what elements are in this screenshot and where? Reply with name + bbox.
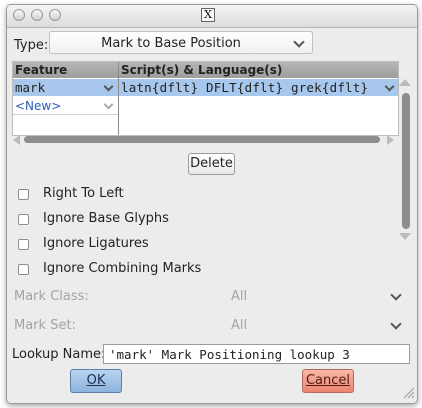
ignore-ligatures-checkbox[interactable] [18,239,29,250]
ok-button-label: OK [86,373,106,388]
feature-cell[interactable]: mark [15,80,45,95]
mark-class-chevron-icon[interactable] [390,289,402,301]
chevron-down-icon [293,36,305,48]
lookup-name-input[interactable]: 'mark' Mark Positioning lookup 3 [103,344,410,364]
resize-grip-icon[interactable] [403,387,415,399]
title-bar[interactable]: X [7,5,417,28]
delete-button[interactable]: Delete [188,153,235,175]
type-label: Type: [14,38,49,53]
mark-set-select[interactable]: All [231,318,247,333]
table-header: Feature Script(s) & Language(s) [13,62,398,78]
scroll-left-arrow-icon[interactable] [13,135,20,145]
vertical-scrollbar-thumb[interactable] [402,93,410,229]
column-header-scripts[interactable]: Script(s) & Language(s) [121,63,282,77]
x11-icon: X [201,8,215,22]
ignore-ligatures-label[interactable]: Ignore Ligatures [43,236,149,251]
lookup-name-label: Lookup Name: [12,347,106,362]
scroll-down-arrow-icon[interactable] [399,233,411,240]
type-select-value: Mark to Base Position [101,36,241,51]
horizontal-scrollbar-thumb[interactable] [24,136,380,143]
minimize-window-button[interactable] [31,9,43,21]
dialog-window: X Type: Mark to Base Position Feature Sc… [6,4,418,404]
right-to-left-label[interactable]: Right To Left [43,186,124,201]
maximize-window-button[interactable] [49,9,61,21]
ok-button[interactable]: OK [70,369,122,393]
right-to-left-checkbox[interactable] [18,189,29,200]
lookup-name-value: 'mark' Mark Positioning lookup 3 [109,347,350,362]
ignore-base-glyphs-checkbox[interactable] [18,214,29,225]
mark-class-select[interactable]: All [231,289,247,304]
ignore-base-glyphs-label[interactable]: Ignore Base Glyphs [43,211,169,226]
scripts-cell[interactable]: latn{dflt} DFLT{dflt} grek{dflt} [121,80,368,95]
mark-set-chevron-icon[interactable] [390,318,402,330]
mark-class-label: Mark Class: [14,289,89,304]
mark-set-label: Mark Set: [14,318,76,333]
type-select[interactable]: Mark to Base Position [49,31,313,54]
cancel-button[interactable]: Cancel [302,369,354,393]
column-header-feature[interactable]: Feature [15,63,67,77]
ignore-combining-marks-label[interactable]: Ignore Combining Marks [43,261,201,276]
cancel-button-label: Cancel [305,373,351,388]
ignore-combining-marks-checkbox[interactable] [18,264,29,275]
scroll-right-arrow-icon[interactable] [387,135,394,145]
column-divider[interactable] [118,62,119,135]
scroll-up-arrow-icon[interactable] [399,79,411,86]
new-feature-link[interactable]: <New> [15,99,61,113]
feature-table: Feature Script(s) & Language(s) mark lat… [12,61,399,136]
close-window-button[interactable] [13,9,25,21]
